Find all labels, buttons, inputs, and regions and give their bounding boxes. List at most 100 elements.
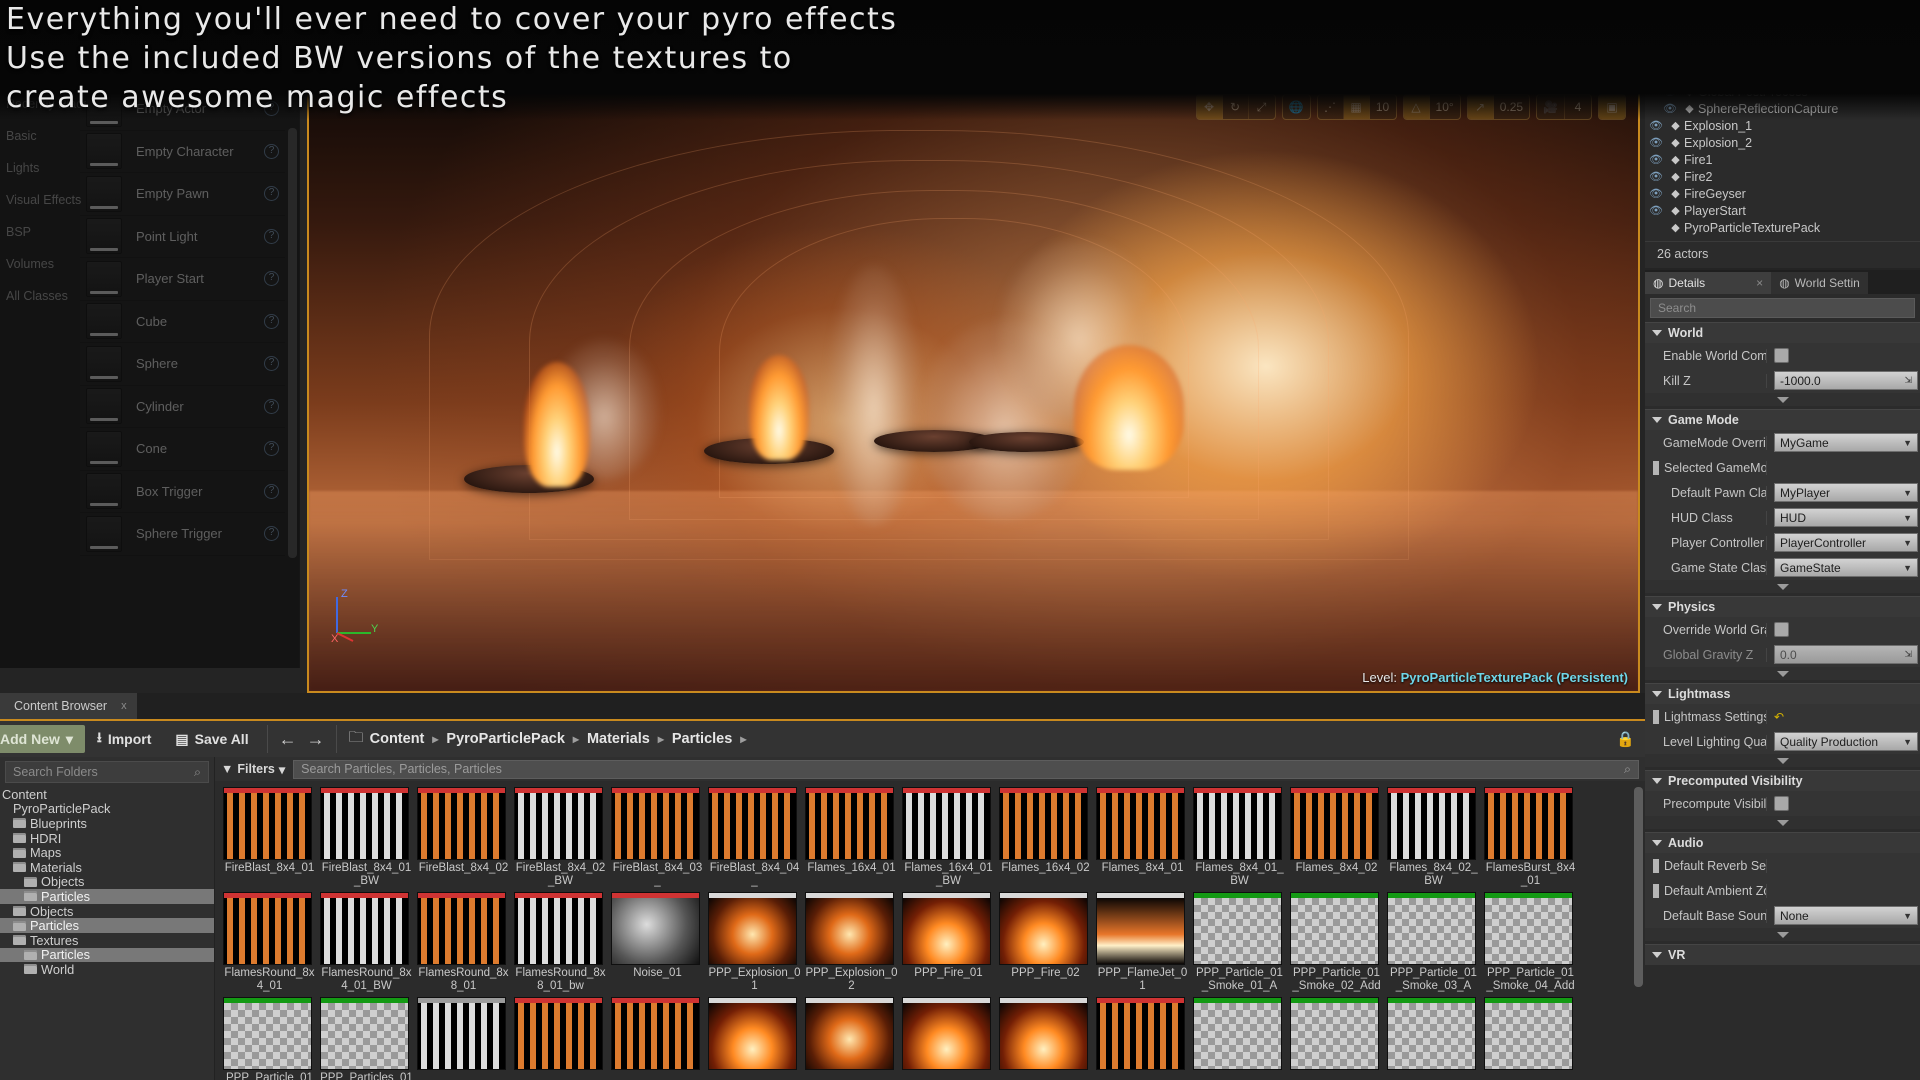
import-button[interactable]: ⭳ Import — [85, 725, 163, 753]
folder-tree-node[interactable]: Blueprints — [0, 816, 214, 831]
chevron-down-icon[interactable]: ▼ — [1903, 488, 1912, 498]
asset-thumbnail-frame[interactable] — [805, 892, 894, 965]
asset-tile[interactable]: PPP_Fire_02 — [999, 892, 1092, 993]
asset-thumbnail-frame[interactable] — [1484, 997, 1573, 1070]
asset-thumbnail-frame[interactable] — [1290, 997, 1379, 1070]
place-actor-item[interactable]: Empty Pawn? — [80, 173, 285, 216]
tab-content-browser[interactable]: Content Browser x — [0, 693, 137, 719]
asset-tile[interactable]: FireBlast_8x4_01 — [223, 787, 316, 888]
eye-icon[interactable]: 👁 — [1645, 136, 1667, 149]
asset-tile[interactable] — [902, 997, 995, 1080]
folder-tree-node[interactable]: Objects — [0, 874, 214, 889]
asset-tile[interactable]: Flames_16x4_01 — [805, 787, 898, 888]
asset-thumbnail-frame[interactable] — [1387, 892, 1476, 965]
asset-thumbnail-frame[interactable] — [514, 892, 603, 965]
content-browser-panel[interactable]: Content Browser x Add New ▾ ⭳ Import ▤ S… — [0, 693, 1645, 1080]
details-property-list[interactable]: World Enable World Compos Kill Z -1000.0⇲ Ga… — [1645, 322, 1920, 965]
spinner-icon[interactable]: ⇲ — [1904, 649, 1912, 660]
asset-tile[interactable] — [708, 997, 801, 1080]
eye-icon[interactable]: 👁 — [1645, 204, 1667, 217]
help-icon[interactable]: ? — [264, 526, 279, 542]
asset-thumbnail-frame[interactable] — [1484, 787, 1573, 860]
place-actors-categories[interactable]: Recently PlacedBasicLightsVisual Effects… — [0, 88, 96, 668]
place-actors-category-3[interactable]: Visual Effects — [0, 184, 81, 216]
outliner-row[interactable]: 👁 ◆ Fire1 — [1645, 151, 1920, 168]
breadcrumb-item-pyroparticlepack[interactable]: PyroParticlePack — [446, 731, 565, 747]
asset-thumbnail-frame[interactable] — [902, 787, 991, 860]
folder-tree-node[interactable]: Textures — [0, 933, 214, 948]
property-value[interactable]: 0.0 ⇲ — [1767, 645, 1920, 664]
asset-tile[interactable]: Flames_8x4_01 — [1096, 787, 1189, 888]
asset-thumbnail-frame[interactable] — [320, 787, 409, 860]
place-actors-list[interactable]: Empty Actor?Empty Character?Empty Pawn?P… — [80, 88, 285, 668]
property-value[interactable] — [1767, 348, 1920, 363]
place-actors-category-1[interactable]: Basic — [0, 120, 80, 152]
asset-tile[interactable] — [805, 997, 898, 1080]
asset-tile[interactable]: FlamesRound_8x4_01_BW — [320, 892, 413, 993]
eye-icon[interactable]: 👁 — [1645, 153, 1667, 166]
asset-tile[interactable] — [611, 997, 704, 1080]
search-icon[interactable]: ⌕ — [194, 765, 201, 780]
property-value[interactable]: GameState ▼ — [1767, 558, 1920, 577]
help-icon[interactable]: ? — [264, 186, 279, 202]
asset-tile[interactable]: Noise_01 — [611, 892, 704, 993]
reset-icon[interactable]: ↶ — [1774, 710, 1784, 724]
property-value[interactable]: PlayerController ▼ — [1767, 533, 1920, 552]
asset-tile[interactable]: FlamesRound_8x4_01 — [223, 892, 316, 993]
checkbox[interactable] — [1774, 622, 1789, 637]
section-expander[interactable] — [1645, 816, 1920, 829]
details-section-header[interactable]: World — [1645, 322, 1920, 343]
folder-tree-node[interactable]: World — [0, 962, 214, 977]
help-icon[interactable]: ? — [264, 228, 279, 244]
place-actor-item[interactable]: Cylinder? — [80, 386, 285, 428]
asset-tile[interactable] — [1387, 997, 1480, 1080]
asset-tile[interactable] — [1484, 997, 1577, 1080]
level-viewport[interactable]: ✥ ↻ ⤢ 🌐 ⋰ ▦ 10 △ 10° ↗ 0.25 🎥 4 — [307, 88, 1640, 693]
asset-tile[interactable]: Flames_8x4_02 — [1290, 787, 1383, 888]
details-property-row[interactable]: Override World Gravity — [1645, 617, 1920, 642]
asset-thumbnail-frame[interactable] — [611, 997, 700, 1070]
help-icon[interactable]: ? — [264, 483, 279, 499]
asset-search-input[interactable]: Search Particles, Particles, Particles ⌕ — [293, 759, 1639, 779]
asset-thumbnail-frame[interactable] — [223, 997, 312, 1070]
value-field[interactable]: 0.0 ⇲ — [1774, 645, 1918, 664]
outliner-row[interactable]: 👁 ◆ Explosion_2 — [1645, 134, 1920, 151]
close-icon[interactable]: × — [1756, 276, 1763, 290]
asset-thumbnail-frame[interactable] — [514, 787, 603, 860]
expand-arrow-icon[interactable] — [1653, 858, 1659, 873]
asset-thumbnail-frame[interactable] — [1193, 997, 1282, 1070]
spinner-icon[interactable]: ⇲ — [1904, 375, 1912, 386]
asset-tile[interactable]: FireBlast_8x4_03_ — [611, 787, 704, 888]
asset-filter-bar[interactable]: ▼ Filters ▾ Search Particles, Particles,… — [215, 757, 1645, 781]
asset-tile[interactable]: PPP_FlameJet_01 — [1096, 892, 1189, 993]
details-property-row[interactable]: Player Controller Cl PlayerController▼ — [1645, 530, 1920, 555]
place-actors-category-5[interactable]: Volumes — [0, 248, 80, 280]
chevron-down-icon[interactable]: ▼ — [1903, 438, 1912, 448]
details-property-row[interactable]: Default Pawn Class MyPlayer▼ — [1645, 480, 1920, 505]
asset-thumbnail-frame[interactable] — [999, 787, 1088, 860]
asset-tile[interactable]: FireBlast_8x4_02_BW — [514, 787, 607, 888]
folder-tree-node[interactable]: HDRI — [0, 831, 214, 846]
expand-arrow-icon[interactable] — [1653, 883, 1659, 898]
place-actors-category-2[interactable]: Lights — [0, 152, 80, 184]
asset-tile[interactable] — [1290, 997, 1383, 1080]
asset-thumbnail-frame[interactable] — [999, 997, 1088, 1070]
asset-thumbnail-frame[interactable] — [1484, 892, 1573, 965]
folder-tree-node[interactable]: Particles — [0, 918, 214, 933]
asset-thumbnail-frame[interactable] — [708, 787, 797, 860]
details-property-row[interactable]: Kill Z -1000.0 ⇲ — [1645, 368, 1920, 393]
tab-world-settin[interactable]: ◍ World Settin — [1771, 272, 1868, 294]
property-value[interactable]: -1000.0 ⇲ — [1767, 371, 1920, 390]
details-property-row[interactable]: Game State Class GameState ▼ — [1645, 555, 1920, 580]
property-value[interactable] — [1767, 622, 1920, 637]
place-actors-category-6[interactable]: All Classes — [0, 280, 80, 312]
help-icon[interactable]: ? — [264, 356, 279, 372]
place-actor-item[interactable]: Box Trigger? — [80, 471, 285, 513]
asset-thumbnail-frame[interactable] — [320, 892, 409, 965]
details-property-row[interactable]: Selected GameMode — [1645, 455, 1920, 480]
asset-thumbnail-frame[interactable] — [611, 892, 700, 965]
combo-field[interactable]: None ▼ — [1774, 906, 1918, 925]
expand-arrow-icon[interactable] — [1653, 460, 1659, 475]
eye-icon[interactable]: 👁 — [1645, 119, 1667, 132]
asset-thumbnail-frame[interactable] — [902, 997, 991, 1070]
